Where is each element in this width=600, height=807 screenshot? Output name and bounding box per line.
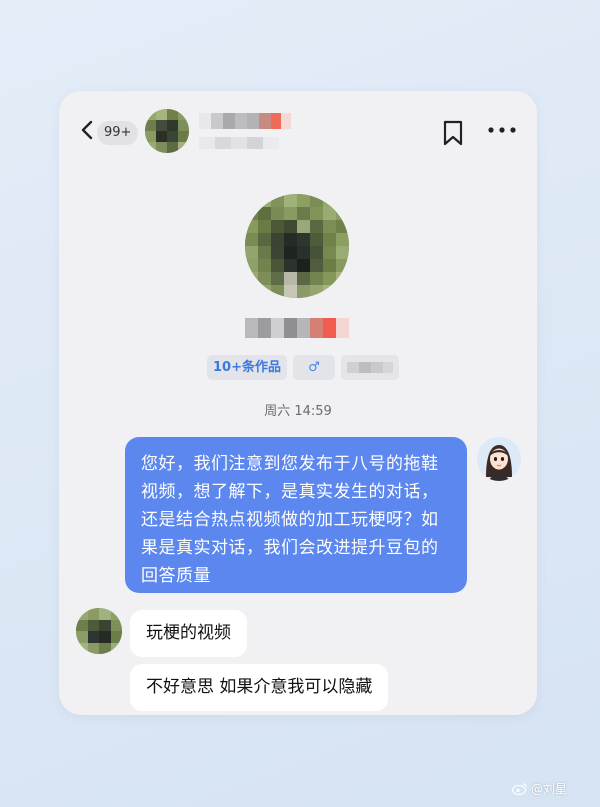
more-horizontal-icon[interactable] [487,125,517,135]
profile-name-redacted [245,316,349,340]
contact-message-avatar[interactable] [76,608,122,654]
profile-avatar[interactable] [245,194,349,298]
incoming-message[interactable]: 不好意思 如果介意我可以隐藏 [130,664,389,711]
works-count-tag[interactable]: 10+条作品 [207,355,287,380]
chat-window: 99+ 10+条作品 ♂ 周六 14:59 您好，我们注意到您发布于八号的拖鞋视… [59,91,537,715]
contact-subtitle-redacted [199,135,279,149]
profile-tags: 10+条作品 ♂ [207,355,399,380]
watermark: @刘星 [512,780,567,797]
unread-count-badge[interactable]: 99+ [97,121,139,145]
contact-name-redacted [199,111,291,131]
contact-avatar[interactable] [145,109,189,153]
message-timestamp: 周六 14:59 [264,404,332,419]
chat-header: 99+ [59,91,537,159]
outgoing-message[interactable]: 您好，我们注意到您发布于八号的拖鞋视频，想了解下，是真实发生的对话，还是结合热点… [125,437,467,593]
bookmark-icon[interactable] [442,120,464,146]
chevron-left-icon[interactable] [79,119,95,141]
weibo-icon [512,783,527,795]
incoming-message[interactable]: 玩梗的视频 [130,610,247,657]
gender-tag: ♂ [292,355,335,380]
my-avatar[interactable] [477,437,521,481]
location-tag-redacted [340,355,399,380]
watermark-text: @刘星 [531,782,568,796]
